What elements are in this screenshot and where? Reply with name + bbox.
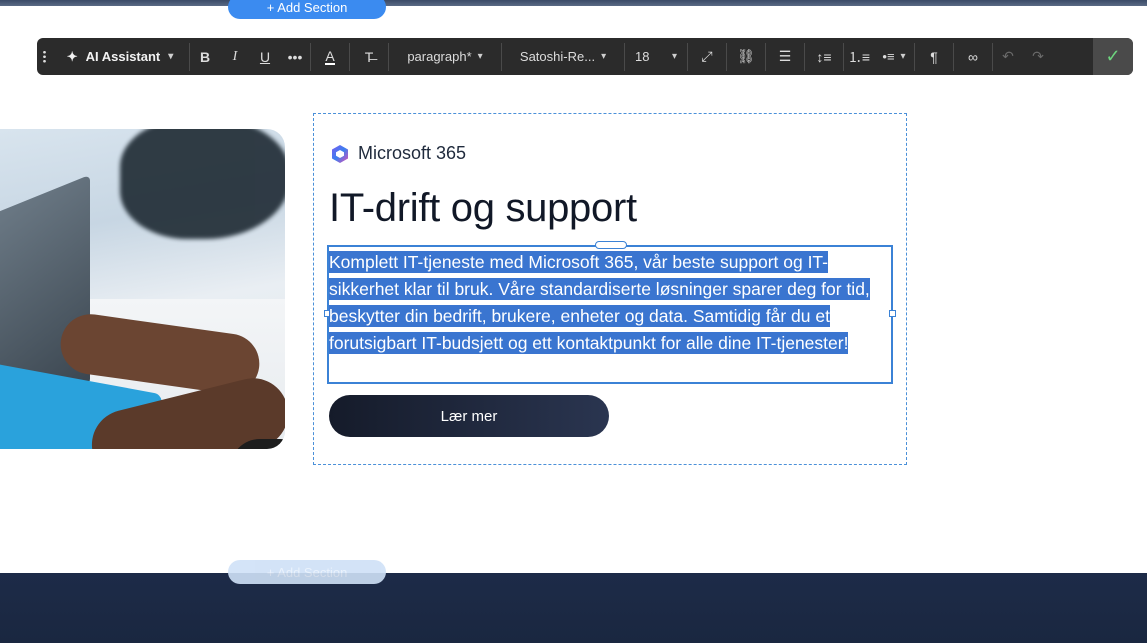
link-icon: ⛓ (737, 48, 755, 64)
ellipsis-icon: ••• (287, 48, 303, 65)
checkmark-icon: ✓ (1105, 46, 1121, 66)
bullet-list-button[interactable]: •≡ ▾ (874, 38, 914, 75)
sparkle-icon: ✦ (66, 48, 78, 64)
microsoft-365-logo-icon (332, 144, 348, 163)
chevron-down-icon: ▾ (671, 51, 677, 62)
bullet-list-icon: •≡ (882, 49, 895, 64)
expand-icon: ⤢ (701, 48, 713, 64)
text-color-icon: A (325, 47, 335, 65)
italic-button[interactable]: I (220, 38, 250, 75)
chevron-down-icon: ▾ (477, 51, 483, 62)
body-line: sikkerhet klar til bruk. Våre standardis… (329, 278, 870, 300)
page-top-strip (0, 0, 1147, 6)
body-line: beskytter din bedrift, brukere, enheter … (329, 305, 830, 327)
resize-handle-right[interactable] (889, 310, 896, 317)
confirm-edit-button[interactable]: ✓ (1093, 38, 1133, 75)
hero-photo (0, 129, 285, 449)
bold-button[interactable]: B (190, 38, 220, 75)
add-section-button-bottom[interactable]: + Add Section (228, 560, 386, 584)
selected-text-box[interactable]: Komplett IT-tjeneste med Microsoft 365, … (324, 241, 896, 384)
link-button[interactable]: ⛓ (727, 38, 765, 75)
underline-button[interactable]: U (250, 38, 280, 75)
brand-name: Microsoft 365 (358, 143, 467, 163)
undo-button[interactable]: ↶ (993, 38, 1023, 75)
drag-handle[interactable] (37, 38, 51, 75)
more-options-button[interactable]: ••• (280, 38, 310, 75)
numbered-list-button[interactable]: ⒈≡ (844, 38, 874, 75)
font-size-value: 18 (635, 49, 650, 64)
brand-row: Microsoft 365 (330, 143, 466, 164)
page-title[interactable]: IT-drift og support (329, 186, 637, 231)
body-paragraph[interactable]: Komplett IT-tjeneste med Microsoft 365, … (329, 249, 889, 357)
paragraph-mark-icon: ¶ (930, 48, 938, 65)
text-color-button[interactable]: A (311, 38, 349, 75)
font-family-value: Satoshi-Re... (519, 49, 596, 64)
undo-icon: ↶ (1002, 48, 1014, 64)
drag-dots-icon (42, 50, 46, 63)
line-height-button[interactable]: ↕≡ (805, 38, 843, 75)
ai-assistant-label: AI Assistant (85, 49, 161, 64)
chevron-down-icon: ▾ (168, 51, 174, 62)
align-left-icon: ☰ (778, 48, 792, 64)
numbered-list-icon: ⒈≡ (847, 48, 871, 65)
body-line: forutsigbart IT-budsjett og ett kontaktp… (329, 332, 849, 354)
paragraph-style-dropdown[interactable]: paragraph* ▾ (389, 38, 501, 75)
chevron-down-icon: ▾ (601, 51, 607, 62)
clear-format-button[interactable]: T̶ (350, 38, 388, 75)
photo-background-chair (120, 129, 285, 239)
redo-button[interactable]: ↷ (1023, 38, 1053, 75)
bold-icon: B (199, 48, 211, 65)
anchor-link-button[interactable]: ∞ (954, 38, 992, 75)
italic-icon: I (232, 48, 238, 64)
redo-icon: ↷ (1032, 48, 1044, 64)
resize-handle-top[interactable] (595, 241, 627, 249)
text-direction-button[interactable]: ¶ (915, 38, 953, 75)
line-height-icon: ↕≡ (816, 48, 832, 65)
chevron-down-icon: ▾ (900, 51, 906, 62)
add-section-button-top[interactable]: + Add Section (228, 0, 386, 19)
align-left-button[interactable]: ☰ (766, 38, 804, 75)
expand-button[interactable]: ⤢ (688, 38, 726, 75)
underline-icon: U (259, 48, 271, 65)
ai-assistant-button[interactable]: ✦ AI Assistant ▾ (51, 38, 189, 75)
learn-more-button[interactable]: Lær mer (329, 395, 609, 437)
anchor-link-icon: ∞ (968, 48, 978, 65)
content-block[interactable]: Microsoft 365 IT-drift og support Komple… (313, 113, 907, 465)
font-family-dropdown[interactable]: Satoshi-Re... ▾ (502, 38, 624, 75)
clear-format-icon: T̶ (364, 48, 374, 65)
text-format-toolbar: ✦ AI Assistant ▾ B I U ••• A T̶ paragrap… (37, 38, 1133, 75)
font-size-dropdown[interactable]: 18 ▾ (625, 38, 687, 75)
footer-section (0, 573, 1147, 643)
paragraph-style-value: paragraph* (407, 49, 472, 64)
body-line: Komplett IT-tjeneste med Microsoft 365, … (329, 251, 828, 273)
